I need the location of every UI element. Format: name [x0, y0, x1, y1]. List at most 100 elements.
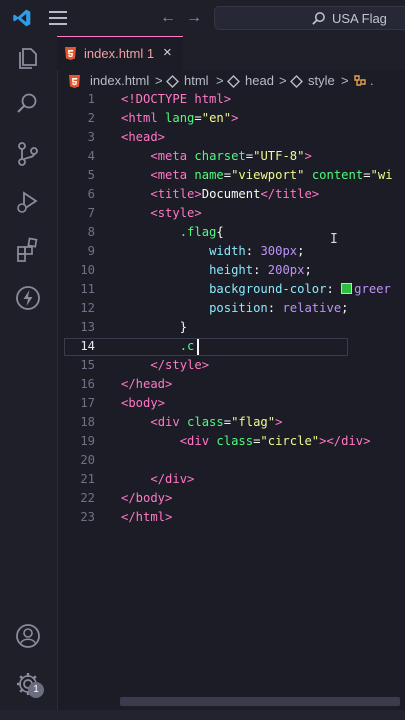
code-text: <meta charset="UTF-8"> [121, 149, 311, 163]
back-arrow-icon[interactable]: ← [160, 9, 176, 27]
code-line[interactable]: 7 <style> [57, 206, 405, 225]
code-text: .flag{ [121, 225, 224, 239]
code-token: background-color [209, 282, 327, 296]
code-token: ></div> [319, 434, 371, 448]
code-token: </body> [121, 491, 173, 505]
code-token: width [209, 244, 246, 258]
breadcrumb-separator: > [216, 73, 224, 88]
editor-tab-bar: index.html 1 × [57, 36, 405, 70]
line-number: 13 [80, 320, 95, 334]
extensions-icon[interactable] [14, 236, 42, 264]
code-token: > [275, 415, 283, 429]
code-token: .flag [179, 225, 217, 239]
code-line[interactable]: 17 <body> [57, 396, 405, 415]
code-token: charset [194, 149, 246, 163]
code-token: <div [179, 434, 217, 448]
code-line[interactable]: 6 <title>Document</title> [57, 187, 405, 206]
code-line[interactable]: 9 width: 300px; [57, 244, 405, 263]
breadcrumb-file[interactable]: index.html [90, 73, 149, 88]
breadcrumb-head[interactable]: head [245, 73, 274, 88]
code-token: : [326, 282, 342, 296]
line-number: 20 [80, 453, 95, 467]
code-line[interactable]: 20 [57, 453, 405, 472]
code-line[interactable]: 22 </body> [57, 491, 405, 510]
code-token: <body> [121, 396, 166, 410]
code-line[interactable]: 18 <div class="flag"> [57, 415, 405, 434]
line-number: 8 [87, 225, 95, 239]
code-token: 200px [267, 263, 305, 277]
code-token: "viewport" [231, 168, 312, 182]
code-token: } [179, 320, 188, 334]
code-token: Document [201, 187, 261, 201]
code-token: : [253, 263, 268, 277]
code-token: <head> [121, 130, 166, 144]
code-line[interactable]: 19 <div class="circle"></div> [57, 434, 405, 453]
activity-bar [0, 36, 58, 710]
code-text: <head> [121, 130, 165, 144]
code-token: <meta [150, 149, 195, 163]
color-swatch[interactable] [341, 283, 353, 294]
code-token: name [194, 168, 224, 182]
run-debug-icon[interactable] [14, 188, 42, 216]
code-line[interactable]: 23 </html> [57, 510, 405, 529]
status-bar [0, 710, 405, 720]
code-token: <style> [150, 206, 202, 220]
symbol-element-icon [290, 75, 303, 88]
code-text: <meta name="viewport" content="wi [121, 168, 393, 182]
breadcrumb-html[interactable]: html [184, 73, 209, 88]
code-token: { [216, 225, 224, 239]
code-line[interactable]: 2 <html lang="en"> [57, 111, 405, 130]
code-line[interactable]: 3 <head> [57, 130, 405, 149]
search-sidebar-icon[interactable] [14, 90, 42, 118]
code-text: <div class="circle"></div> [121, 434, 371, 448]
code-text: </body> [121, 491, 172, 505]
code-line[interactable]: 11 background-color: greer [57, 282, 405, 301]
code-token: "UTF-8" [253, 149, 305, 163]
breadcrumb-separator: > [279, 73, 287, 88]
code-text: <div class="flag"> [121, 415, 282, 429]
code-token: content [311, 168, 364, 182]
line-number: 22 [80, 491, 95, 505]
code-text: </html> [121, 510, 172, 524]
code-line[interactable]: 5 <meta name="viewport" content="wi [57, 168, 405, 187]
code-token: "en" [201, 111, 232, 125]
code-text: width: 300px; [121, 244, 304, 258]
code-line[interactable]: 4 <meta charset="UTF-8"> [57, 149, 405, 168]
accounts-icon[interactable] [14, 622, 42, 650]
code-line[interactable]: 21 </div> [57, 472, 405, 491]
code-token: <meta [150, 168, 195, 182]
command-center-search[interactable]: USA Flag [214, 6, 405, 30]
code-line[interactable]: 10 height: 200px; [57, 263, 405, 282]
forward-arrow-icon[interactable]: → [186, 9, 202, 27]
tab-index-html[interactable]: index.html 1 × [57, 36, 183, 70]
mouse-ibeam-icon: I [330, 232, 338, 247]
code-token: = [363, 168, 371, 182]
code-line[interactable]: 12 position: relative; [57, 301, 405, 320]
code-line[interactable]: 16 </head> [57, 377, 405, 396]
line-number: 18 [80, 415, 95, 429]
code-text: position: relative; [121, 301, 348, 315]
line-number: 9 [87, 244, 95, 258]
code-token: class [187, 415, 224, 429]
explorer-icon[interactable] [14, 44, 42, 72]
thunder-client-icon[interactable] [14, 284, 42, 312]
breadcrumb-style[interactable]: style [308, 73, 335, 88]
line-number: 19 [80, 434, 95, 448]
line-number: 10 [80, 263, 95, 277]
code-text: </style> [121, 358, 209, 372]
code-token: "circle" [260, 434, 320, 448]
code-line[interactable]: 8 .flag{ [57, 225, 405, 244]
code-token: ; [304, 263, 312, 277]
code-token: position [209, 301, 268, 315]
code-token: <!DOCTYPE html> [121, 92, 232, 106]
code-line[interactable]: 13 } [57, 320, 405, 339]
symbol-element-icon [166, 75, 179, 88]
source-control-icon[interactable] [14, 140, 42, 168]
menu-icon[interactable] [49, 11, 67, 25]
code-line[interactable]: 1 <!DOCTYPE html> [57, 92, 405, 111]
tab-close-icon[interactable]: × [163, 44, 172, 61]
code-token: "wi [370, 168, 393, 182]
horizontal-scrollbar[interactable] [120, 697, 400, 706]
code-token: </title> [260, 187, 320, 201]
code-line[interactable]: 15 </style> [57, 358, 405, 377]
